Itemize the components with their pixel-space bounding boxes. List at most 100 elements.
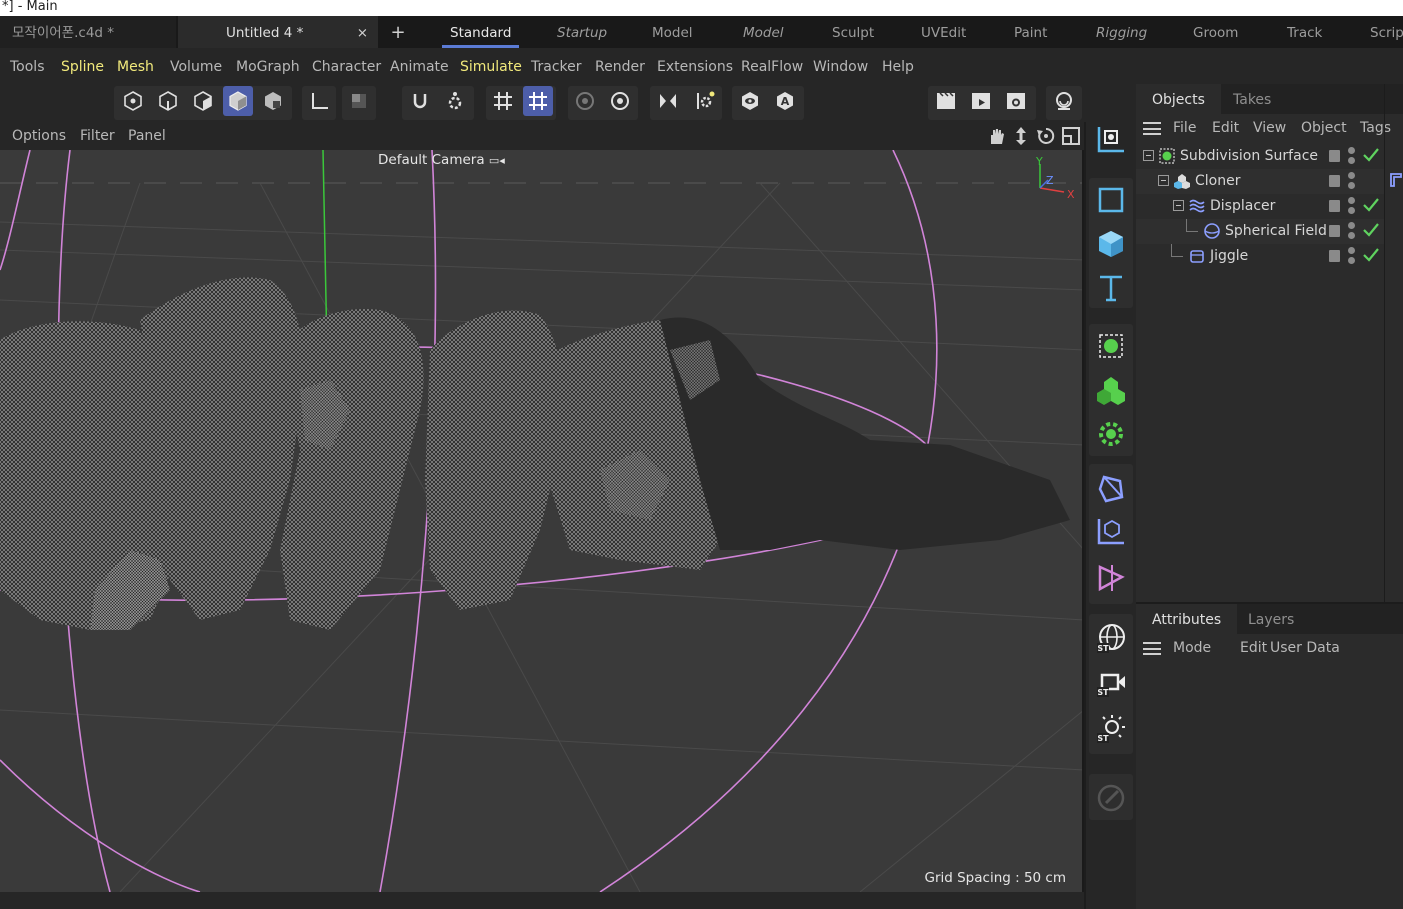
editor-visibility-icon[interactable] <box>1329 175 1340 187</box>
menu-item[interactable]: Window <box>813 48 868 86</box>
objects-menu-view[interactable]: View <box>1253 114 1286 142</box>
objects-menu-object[interactable]: Object <box>1301 114 1347 142</box>
snap-icon[interactable] <box>405 86 435 116</box>
editor-visibility-icon[interactable] <box>1329 225 1340 237</box>
collapse-toggle-icon[interactable] <box>1158 175 1169 186</box>
hamburger-menu-icon[interactable] <box>1143 122 1161 135</box>
soft-selection-icon[interactable] <box>605 86 635 116</box>
menu-item[interactable]: Character <box>312 48 381 86</box>
menu-item[interactable]: Animate <box>390 48 449 86</box>
enabled-check-icon[interactable] <box>1362 221 1380 239</box>
paint-brush-icon[interactable] <box>1090 778 1132 818</box>
grid-snap-icon[interactable] <box>523 86 553 116</box>
solo-icon[interactable] <box>344 86 374 116</box>
objects-menu-file[interactable]: File <box>1173 114 1196 142</box>
lock-view-icon[interactable] <box>735 86 765 116</box>
close-icon[interactable]: × <box>357 16 368 50</box>
layout-tab[interactable]: Track <box>1287 16 1322 48</box>
render-to-picture-viewer-icon[interactable] <box>966 86 996 116</box>
layout-tab[interactable]: Model <box>652 16 693 48</box>
move-view-icon[interactable] <box>1011 126 1031 146</box>
editor-visibility-icon[interactable] <box>1329 250 1340 262</box>
menu-item[interactable]: Render <box>595 48 645 86</box>
symmetry-icon[interactable] <box>653 86 683 116</box>
axis-mode-icon[interactable] <box>304 86 334 116</box>
subdivision-generator-icon[interactable] <box>1090 326 1132 366</box>
polygons-mode-icon[interactable] <box>188 86 218 116</box>
pan-view-icon[interactable] <box>986 126 1006 146</box>
collapse-toggle-icon[interactable] <box>1173 200 1184 211</box>
workplane-icon[interactable] <box>488 86 518 116</box>
texture-mode-icon[interactable] <box>258 86 288 116</box>
rotate-view-icon[interactable] <box>1036 126 1056 146</box>
attributes-menu-mode[interactable]: Mode <box>1173 634 1211 662</box>
layout-tab[interactable]: Groom <box>1193 16 1238 48</box>
light-icon[interactable]: ST <box>1090 710 1132 750</box>
points-mode-icon[interactable] <box>118 86 148 116</box>
camera-icon[interactable]: ST <box>1090 664 1132 704</box>
layout-tab[interactable]: Rigging <box>1096 16 1147 48</box>
render-view-icon[interactable] <box>931 86 961 116</box>
visibility-dots-icon[interactable] <box>1348 222 1356 242</box>
menu-item[interactable]: Spline <box>61 48 104 86</box>
visibility-dots-icon[interactable] <box>1348 197 1356 217</box>
viewport-menu-options[interactable]: Options <box>12 122 66 150</box>
auto-icon[interactable]: A <box>770 86 800 116</box>
visibility-dots-icon[interactable] <box>1348 172 1356 192</box>
tab-takes[interactable]: Takes <box>1217 84 1287 114</box>
render-settings-icon[interactable] <box>1001 86 1031 116</box>
menu-item[interactable]: Extensions <box>657 48 733 86</box>
model-mode-icon[interactable] <box>223 86 253 116</box>
rectangle-spline-icon[interactable] <box>1090 180 1132 220</box>
layout-tab[interactable]: Standard <box>441 16 520 48</box>
3d-viewport[interactable]: Y Z X Default Camera ▭◂ Grid Spacing : 5… <box>0 150 1084 892</box>
objects-menu-edit[interactable]: Edit <box>1212 114 1239 142</box>
layout-tab[interactable]: Paint <box>1014 16 1047 48</box>
editor-visibility-icon[interactable] <box>1329 200 1340 212</box>
tab-attributes[interactable]: Attributes <box>1136 604 1238 634</box>
spherical-field-icon[interactable] <box>1090 468 1132 508</box>
menu-item[interactable]: MoGraph <box>236 48 300 86</box>
text-icon[interactable] <box>1090 268 1132 308</box>
viewport-solo-icon[interactable] <box>1049 86 1079 116</box>
snap-settings-icon[interactable] <box>440 86 470 116</box>
symmetry-deformer-icon[interactable] <box>1090 558 1132 598</box>
edges-mode-icon[interactable] <box>153 86 183 116</box>
menu-item[interactable]: Simulate <box>460 48 522 86</box>
enabled-check-icon[interactable] <box>1362 196 1380 214</box>
panel-splitter[interactable] <box>1384 84 1385 604</box>
tab-layers[interactable]: Layers <box>1232 604 1310 634</box>
objects-menu-tags[interactable]: Tags <box>1360 114 1391 142</box>
camera-label[interactable]: Default Camera ▭◂ <box>378 152 505 168</box>
menu-item[interactable]: Help <box>882 48 914 86</box>
attributes-menu-user-data[interactable]: User Data <box>1270 634 1340 662</box>
object-row[interactable]: Displacer <box>1136 194 1384 219</box>
maximize-view-icon[interactable] <box>1061 126 1081 146</box>
menu-item[interactable]: RealFlow <box>741 48 803 86</box>
symmetry-settings-icon[interactable] <box>689 86 719 116</box>
attributes-menu-edit[interactable]: Edit <box>1240 634 1267 662</box>
visibility-dots-icon[interactable] <box>1348 247 1356 267</box>
layout-tab[interactable]: Sculpt <box>832 16 874 48</box>
layout-tab[interactable]: Model <box>743 16 784 48</box>
viewport-menu-filter[interactable]: Filter <box>80 122 115 150</box>
menu-item[interactable]: Tracker <box>531 48 582 86</box>
document-tab-file[interactable]: 모작이어폰.c4d * <box>0 16 176 48</box>
hamburger-menu-icon[interactable] <box>1143 642 1161 655</box>
object-row[interactable]: Cloner <box>1136 169 1384 194</box>
layout-tab[interactable]: UVEdit <box>921 16 966 48</box>
sky-icon[interactable]: ST <box>1090 618 1132 658</box>
object-row[interactable]: Subdivision Surface <box>1136 144 1384 169</box>
enabled-check-icon[interactable] <box>1362 146 1380 164</box>
cube-icon[interactable] <box>1090 224 1132 264</box>
menu-item[interactable]: Volume <box>170 48 222 86</box>
collapse-toggle-icon[interactable] <box>1143 150 1154 161</box>
deformer-icon[interactable] <box>1090 414 1132 454</box>
editor-visibility-icon[interactable] <box>1329 150 1340 162</box>
add-tab-icon[interactable]: + <box>388 16 408 50</box>
menu-item[interactable]: Mesh <box>117 48 154 86</box>
object-row[interactable]: Jiggle <box>1136 244 1384 269</box>
tab-objects[interactable]: Objects <box>1136 84 1221 114</box>
object-tool-icon[interactable] <box>1090 120 1132 160</box>
layout-tab[interactable]: Startup <box>557 16 607 48</box>
